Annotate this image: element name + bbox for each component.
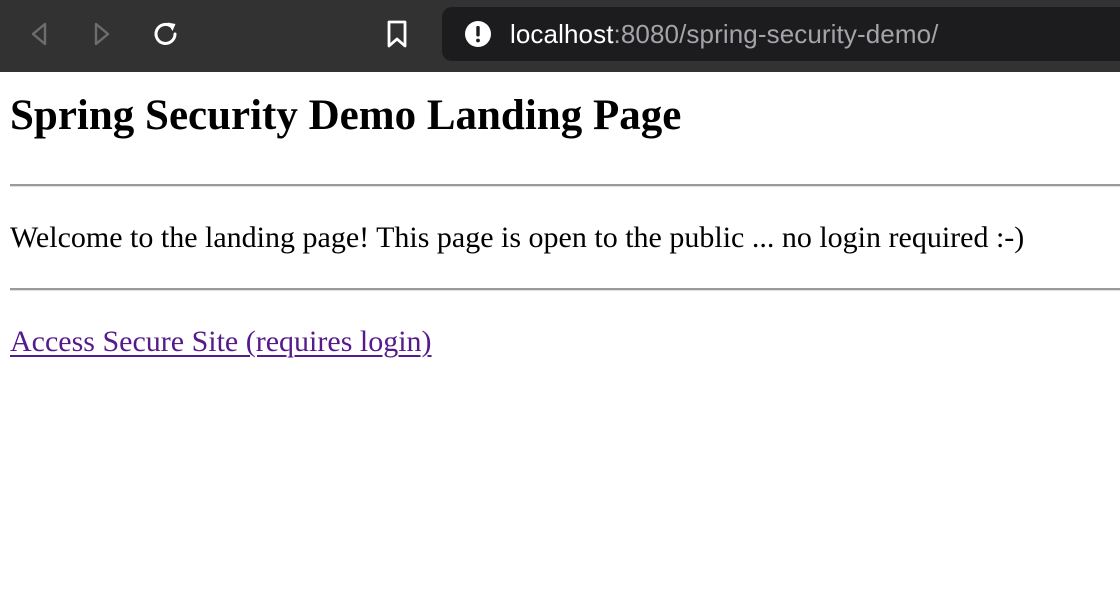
url-host: localhost	[510, 19, 614, 49]
page-content: Spring Security Demo Landing Page Welcom…	[0, 72, 1120, 594]
reload-icon	[154, 22, 177, 45]
forward-arrow-icon	[94, 22, 110, 46]
bookmark-icon	[387, 20, 407, 48]
divider-bottom	[10, 288, 1120, 291]
url-path: :8080/spring-security-demo/	[613, 19, 939, 49]
secure-site-link[interactable]: Access Secure Site (requires login)	[10, 322, 432, 362]
welcome-text: Welcome to the landing page! This page i…	[10, 221, 1025, 254]
browser-toolbar: localhost:8080/spring-security-demo/	[0, 0, 1120, 72]
reload-button[interactable]	[149, 17, 183, 51]
forward-button[interactable]	[85, 17, 119, 51]
url-text[interactable]: localhost:8080/spring-security-demo/	[510, 19, 939, 49]
bookmark-button[interactable]	[380, 17, 414, 51]
back-arrow-icon	[31, 22, 47, 46]
info-icon[interactable]	[464, 20, 492, 48]
page-title: Spring Security Demo Landing Page	[10, 92, 682, 139]
address-bar[interactable]: localhost:8080/spring-security-demo/	[442, 7, 1120, 61]
divider-top	[10, 184, 1120, 187]
back-button[interactable]	[22, 17, 56, 51]
